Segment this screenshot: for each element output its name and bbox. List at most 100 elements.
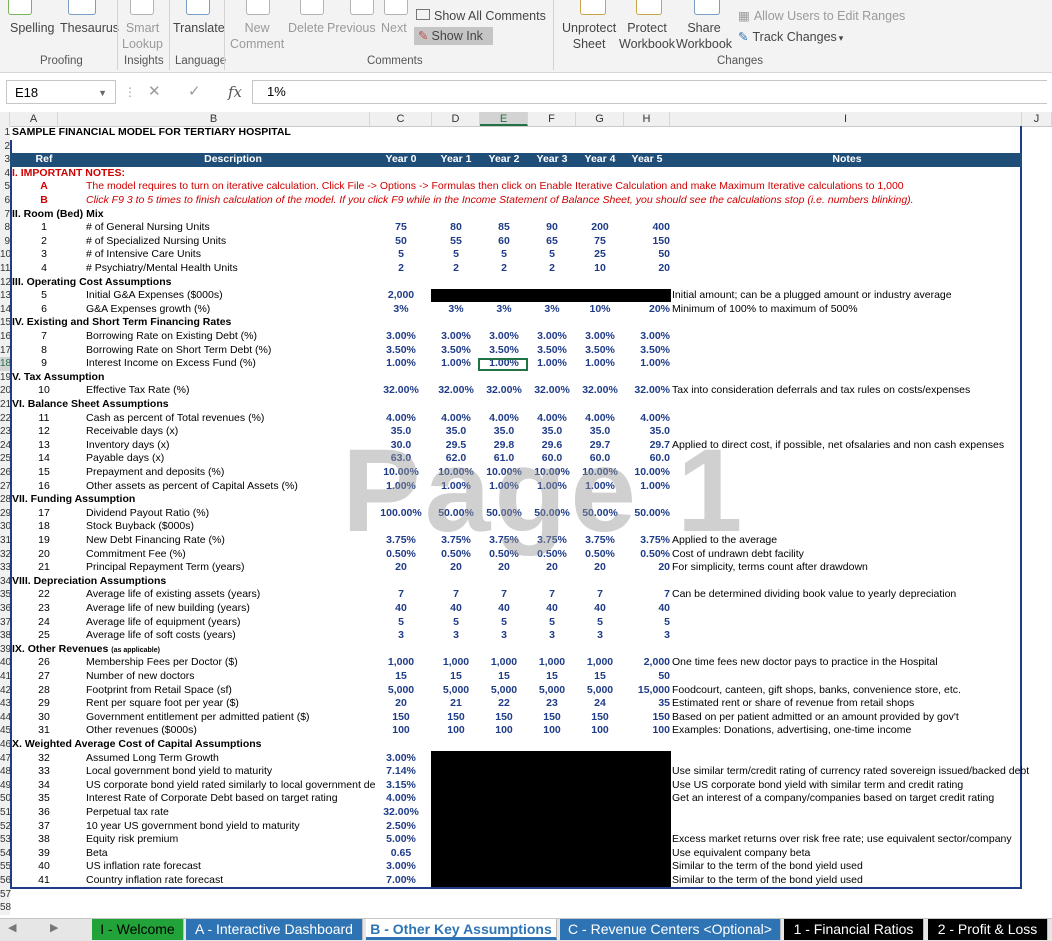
cell-b55[interactable]: US inflation rate forecast [86,860,380,874]
row-header[interactable]: 40 [0,656,11,670]
cell-f31[interactable]: 3.75% [528,534,576,548]
enter-icon[interactable]: ✓ [188,80,201,104]
cell-i33[interactable]: For simplicity, terms count after drawdo… [672,561,1022,575]
cell-d38[interactable]: 3 [432,629,480,643]
cell-f9[interactable]: 65 [528,235,576,249]
row-header[interactable]: 47 [0,751,11,766]
cell-d16[interactable]: 3.00% [432,330,480,344]
row-header[interactable]: 37 [0,615,11,630]
cell-a54[interactable]: 39 [14,847,74,861]
cell-f32[interactable]: 0.50% [528,548,576,562]
cell-b29[interactable]: Dividend Payout Ratio (%) [86,507,380,521]
cell-g45[interactable]: 100 [576,724,624,738]
show-ink-button[interactable]: ✎ Show Ink [414,27,493,45]
cell-i44[interactable]: Based on per patient admitted or an amou… [672,711,1022,725]
row-header[interactable]: 10 [0,248,11,262]
cell-d11[interactable]: 2 [432,262,480,276]
cell-c51[interactable]: 32.00% [370,806,432,820]
cell-a7[interactable]: II. Room (Bed) Mix [12,208,612,222]
cell-b5[interactable]: The model requires to turn on iterative … [86,180,986,194]
row-header[interactable]: 19 [0,370,11,385]
row-header[interactable]: 3 [0,153,10,167]
cell-c53[interactable]: 5.00% [370,833,432,847]
cell-b27[interactable]: Other assets as percent of Capital Asset… [86,480,380,494]
cell-c41[interactable]: 15 [370,670,432,684]
cell-g11[interactable]: 10 [576,262,624,276]
row-header[interactable]: 7 [0,207,10,222]
cell-b11[interactable]: # Psychiatry/Mental Health Units [86,262,380,276]
column-header-i[interactable]: I [670,112,1022,126]
sheet-tab[interactable]: I - Welcome [92,919,184,940]
cell-f11[interactable]: 2 [528,262,576,276]
show-all-comments-button[interactable]: Show All Comments [416,8,546,24]
cell-d27[interactable]: 1.00% [432,480,480,494]
row-header[interactable]: 36 [0,602,11,616]
row-header[interactable]: 2 [0,139,10,154]
cell-e3[interactable]: Year 2 [480,153,528,167]
cell-g14[interactable]: 10% [576,303,624,317]
cell-a48[interactable]: 33 [14,765,74,779]
cell-a17[interactable]: 8 [14,344,74,358]
cell-a26[interactable]: 15 [14,466,74,480]
cell-c9[interactable]: 50 [370,235,432,249]
cell-a10[interactable]: 3 [14,248,74,262]
column-header-e[interactable]: E [480,112,528,126]
row-header[interactable]: 17 [0,343,11,358]
cell-a50[interactable]: 35 [14,792,74,806]
cell-a46[interactable]: X. Weighted Average Cost of Capital Assu… [12,738,612,752]
cell-a3[interactable]: Ref [14,153,74,167]
row-header[interactable]: 8 [0,221,10,235]
cell-b31[interactable]: New Debt Financing Rate (%) [86,534,380,548]
row-header[interactable]: 58 [0,901,11,915]
cell-a55[interactable]: 40 [14,860,74,874]
cell-d20[interactable]: 32.00% [432,384,480,398]
cell-h20[interactable]: 32.00% [624,384,670,398]
cell-a4[interactable]: I. IMPORTANT NOTES: [12,167,612,181]
cell-c14[interactable]: 3% [370,303,432,317]
cell-b23[interactable]: Receivable days (x) [86,425,380,439]
cell-c54[interactable]: 0.65 [370,847,432,861]
cell-g42[interactable]: 5,000 [576,684,624,698]
cell-a29[interactable]: 17 [14,507,74,521]
cell-i43[interactable]: Estimated rent or share of revenue from … [672,697,1022,711]
cell-g44[interactable]: 150 [576,711,624,725]
row-header[interactable]: 25 [0,452,11,466]
cell-c36[interactable]: 40 [370,602,432,616]
cell-c18[interactable]: 1.00% [370,357,432,371]
cell-e8[interactable]: 85 [480,221,528,235]
cell-b44[interactable]: Government entitlement per admitted pati… [86,711,380,725]
cell-b54[interactable]: Beta [86,847,380,861]
row-header[interactable]: 26 [0,466,11,480]
row-header[interactable]: 12 [0,275,11,290]
row-header[interactable]: 23 [0,425,11,439]
row-header[interactable]: 38 [0,629,11,643]
cell-b41[interactable]: Number of new doctors [86,670,380,684]
cell-g40[interactable]: 1,000 [576,656,624,670]
cell-a22[interactable]: 11 [14,412,74,426]
cell-a13[interactable]: 5 [14,289,74,303]
cell-d32[interactable]: 0.50% [432,548,480,562]
cell-b51[interactable]: Perpetual tax rate [86,806,380,820]
cell-g24[interactable]: 29.7 [576,439,624,453]
column-header-a[interactable]: A [10,112,58,126]
cell-c16[interactable]: 3.00% [370,330,432,344]
row-header[interactable]: 13 [0,289,11,303]
cell-c3[interactable]: Year 0 [370,153,432,167]
cell-b25[interactable]: Payable days (x) [86,452,380,466]
cell-h45[interactable]: 100 [624,724,670,738]
cell-g9[interactable]: 75 [576,235,624,249]
cell-f40[interactable]: 1,000 [528,656,576,670]
cell-c13[interactable]: 2,000 [370,289,432,303]
cell-h36[interactable]: 40 [624,602,670,616]
cell-a37[interactable]: 24 [14,616,74,630]
cell-b22[interactable]: Cash as percent of Total revenues (%) [86,412,380,426]
cell-b13[interactable]: Initial G&A Expenses ($000s) [86,289,380,303]
cell-e35[interactable]: 7 [480,588,528,602]
new-comment-button[interactable]: New Comment [230,20,284,52]
cell-h10[interactable]: 50 [624,248,670,262]
cell-e31[interactable]: 3.75% [480,534,528,548]
cell-h41[interactable]: 50 [624,670,670,684]
cell-e24[interactable]: 29.8 [480,439,528,453]
cell-a32[interactable]: 20 [14,548,74,562]
cell-h25[interactable]: 60.0 [624,452,670,466]
